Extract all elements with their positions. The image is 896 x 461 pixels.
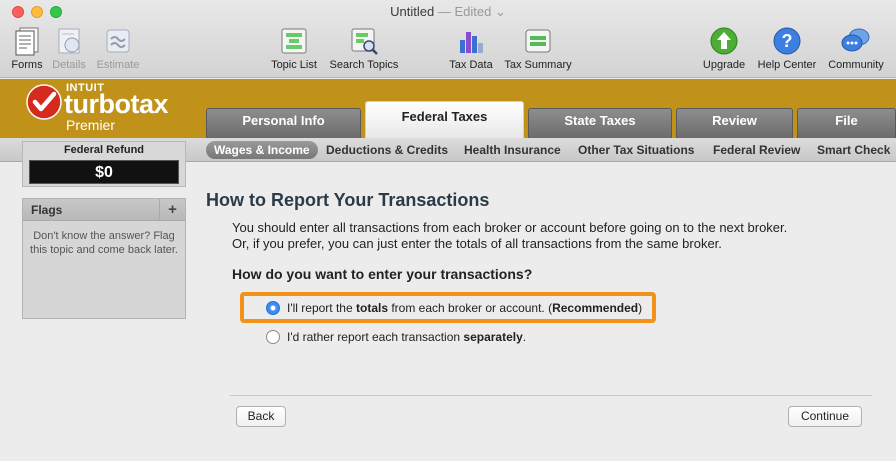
search-topics-icon xyxy=(351,28,378,55)
details-icon xyxy=(58,28,80,54)
search-topics-label: Search Topics xyxy=(329,59,399,71)
refund-amount: $0 xyxy=(29,160,179,184)
option-totals-bold: totals xyxy=(356,301,389,315)
federal-refund-meter: Federal Refund $0 xyxy=(22,141,186,187)
tab-review[interactable]: Review xyxy=(676,108,793,138)
recommended-bold: Recommended xyxy=(552,301,639,315)
upgrade-button[interactable]: Upgrade xyxy=(699,26,749,71)
intro-line-2: Or, if you prefer, you can just enter th… xyxy=(232,236,722,251)
help-center-button[interactable]: ? Help Center xyxy=(754,26,820,71)
edition-label: Premier xyxy=(66,117,116,133)
option-separately-text-2: . xyxy=(522,330,527,344)
flags-panel: Flags + Don't know the answer? Flag this… xyxy=(22,198,186,319)
flags-header: Flags + xyxy=(23,199,185,221)
document-title: Untitled xyxy=(390,4,435,19)
estimate-button[interactable]: Estimate xyxy=(93,26,143,71)
estimate-label: Estimate xyxy=(96,59,140,71)
tab-file[interactable]: File xyxy=(797,108,896,138)
add-flag-button[interactable]: + xyxy=(159,199,185,220)
question-heading: How do you want to enter your transactio… xyxy=(232,266,533,282)
tax-summary-label: Tax Summary xyxy=(504,59,572,71)
flags-message: Don't know the answer? Flag this topic a… xyxy=(30,230,178,256)
help-center-label: Help Center xyxy=(757,59,817,71)
option-totals-text-3: ) xyxy=(638,301,643,315)
svg-text:?: ? xyxy=(782,31,793,51)
tax-data-button[interactable]: Tax Data xyxy=(446,26,496,71)
topic-list-label: Topic List xyxy=(271,59,317,71)
tax-data-label: Tax Data xyxy=(449,59,493,71)
continue-button[interactable]: Continue xyxy=(788,406,862,427)
forms-button[interactable]: Forms xyxy=(8,26,46,71)
option-totals-text-2: from each broker or account. ( xyxy=(388,301,553,315)
window-title: Untitled — Edited ⌄ xyxy=(0,4,896,20)
option-totals-label[interactable]: I'll report the totals from each broker … xyxy=(287,301,642,315)
tax-summary-button[interactable]: Tax Summary xyxy=(502,26,574,71)
subtab-federal-review[interactable]: Federal Review xyxy=(713,141,800,159)
refund-label: Federal Refund xyxy=(63,144,145,156)
community-label: Community xyxy=(828,59,884,71)
upgrade-label: Upgrade xyxy=(702,59,746,71)
option-separately-label[interactable]: I'd rather report each transaction separ… xyxy=(287,330,526,344)
option-separately-text: I'd rather report each transaction xyxy=(287,330,464,344)
forms-icon xyxy=(15,27,39,56)
edited-indicator[interactable]: — Edited ⌄ xyxy=(438,4,506,19)
option-totals-text: I'll report the xyxy=(287,301,356,315)
tab-federal-taxes[interactable]: Federal Taxes xyxy=(365,101,524,138)
help-center-icon: ? xyxy=(773,27,801,55)
window-toolbar: Untitled — Edited ⌄ Forms Details Estima… xyxy=(0,0,896,78)
topic-list-button[interactable]: Topic List xyxy=(266,26,322,71)
subtab-smart-check[interactable]: Smart Check xyxy=(817,141,890,159)
radio-totals[interactable] xyxy=(266,301,280,315)
estimate-icon xyxy=(106,29,130,53)
tax-data-icon xyxy=(460,32,483,53)
turbotax-wordmark: turbotax xyxy=(64,89,169,119)
option-separately-bold: separately xyxy=(463,330,523,344)
tab-state-taxes[interactable]: State Taxes xyxy=(528,108,672,138)
flags-title: Flags xyxy=(31,203,63,217)
upgrade-icon xyxy=(710,27,738,55)
checkmark-logo-icon xyxy=(26,84,62,120)
subtab-health-insurance[interactable]: Health Insurance xyxy=(464,141,561,159)
content-divider xyxy=(230,395,872,396)
tab-personal-info[interactable]: Personal Info xyxy=(206,108,361,138)
community-button[interactable]: Community xyxy=(824,26,888,71)
search-topics-button[interactable]: Search Topics xyxy=(326,26,402,71)
page-title: How to Report Your Transactions xyxy=(206,190,490,210)
radio-separately[interactable] xyxy=(266,330,280,344)
intro-line-1: You should enter all transactions from e… xyxy=(232,220,788,235)
community-icon xyxy=(841,28,870,52)
subtab-deductions-credits[interactable]: Deductions & Credits xyxy=(326,141,448,159)
back-button[interactable]: Back xyxy=(236,406,286,427)
tax-summary-icon xyxy=(525,29,551,53)
forms-label: Forms xyxy=(11,59,43,71)
topic-list-icon xyxy=(281,28,307,54)
subtab-other-tax-situations[interactable]: Other Tax Situations xyxy=(578,141,694,159)
details-label: Details xyxy=(52,59,86,71)
turbotax-logo: INTUIT turbotax Premier xyxy=(26,82,196,136)
subtab-wages-income[interactable]: Wages & Income xyxy=(206,141,318,159)
intro-text: You should enter all transactions from e… xyxy=(232,220,872,252)
details-button[interactable]: Details xyxy=(49,26,89,71)
